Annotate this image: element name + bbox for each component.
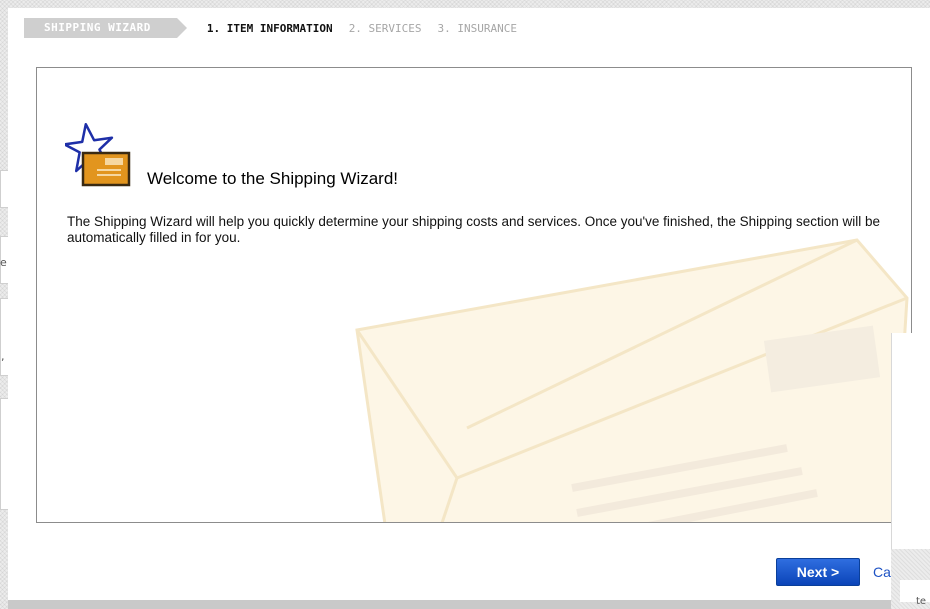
background-fragment-text: te [916,596,927,607]
wizard-title: SHIPPING WIZARD [24,18,187,38]
next-button[interactable]: Next > [776,558,860,586]
background-fragment-text: , [1,350,5,363]
star-envelope-icon [65,123,131,187]
envelope-watermark-icon [355,238,909,522]
step-item-information[interactable]: 1. ITEM INFORMATION [207,22,333,35]
dialog-bottom-border [8,600,920,609]
welcome-heading: Welcome to the Shipping Wizard! [147,169,399,188]
step-services[interactable]: 2. SERVICES [349,22,422,35]
background-fragment-text: e [0,256,7,269]
welcome-description: The Shipping Wizard will help you quickl… [67,214,880,245]
step-insurance[interactable]: 3. INSURANCE [438,22,517,35]
cancel-link[interactable]: Ca [873,564,891,580]
wizard-step-nav: SHIPPING WIZARD 1. ITEM INFORMATION 2. S… [24,14,517,42]
welcome-panel: Welcome to the Shipping Wizard! The Ship… [36,67,912,523]
cancel-link-clip: Ca [873,558,891,590]
overlapping-panel [891,333,930,549]
